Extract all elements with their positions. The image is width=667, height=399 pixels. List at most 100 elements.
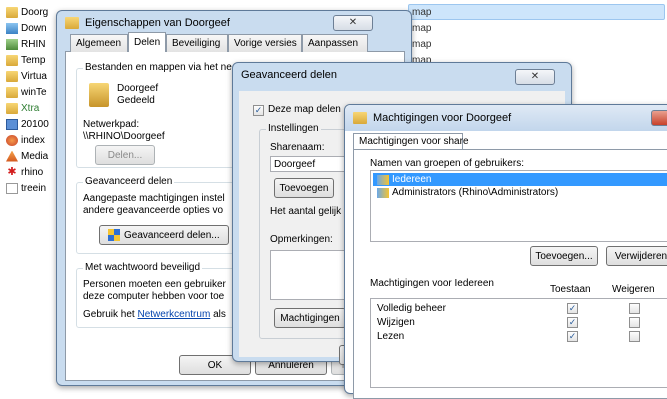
deny-checkbox[interactable] — [629, 317, 640, 328]
network-center-link[interactable]: Netwerkcentrum — [137, 309, 210, 320]
share-group-label: Bestanden en mappen via het ne — [83, 62, 234, 73]
advanced-description: andere geavanceerde opties vo — [83, 205, 224, 216]
file-row[interactable]: treein — [0, 180, 46, 196]
type-cell: map — [412, 22, 432, 34]
advanced-description: Aangepaste machtigingen instel — [83, 193, 225, 204]
advanced-sharing-button[interactable]: Geavanceerd delen... — [99, 225, 229, 245]
type-cell: map — [412, 6, 432, 18]
user-limit-label: Het aantal gelijk — [270, 206, 342, 217]
share-name-label: Sharenaam: — [270, 142, 325, 153]
html-file-icon — [6, 134, 18, 146]
add-share-button[interactable]: Toevoegen — [274, 178, 334, 198]
allow-checkbox[interactable]: ✓ — [567, 317, 578, 328]
tab-share-permissions[interactable]: Machtigingen voor share — [353, 133, 469, 149]
folder-icon — [65, 17, 79, 29]
deny-checkbox[interactable] — [629, 303, 640, 314]
permissions-list: Volledig beheer ✓ Wijzigen ✓ Lezen ✓ — [370, 298, 667, 388]
advanced-title: Geavanceerd delen — [241, 69, 338, 81]
folder-status: Gedeeld — [117, 95, 155, 106]
share-button[interactable]: Delen... — [95, 145, 155, 165]
permissions-for-label: Machtigingen voor Iedereen — [370, 278, 494, 289]
network-icon — [6, 38, 18, 50]
users-icon — [377, 187, 389, 198]
tab-security[interactable]: Beveiliging — [166, 34, 228, 52]
permission-name: Lezen — [377, 331, 405, 342]
deny-checkbox[interactable] — [629, 331, 640, 342]
share-folder-checkbox[interactable]: ✓ — [253, 105, 264, 116]
permissions-titlebar[interactable]: Machtigingen voor Doorgeef — [345, 105, 667, 131]
text-suffix: als — [210, 309, 226, 320]
file-row[interactable]: Temp — [0, 52, 45, 68]
deny-header: Weigeren — [612, 284, 655, 295]
comments-label: Opmerkingen: — [270, 234, 333, 245]
file-row[interactable]: RHIN — [0, 36, 45, 52]
add-user-button[interactable]: Toevoegen... — [530, 246, 598, 266]
password-description: Gebruik het Netwerkcentrum als — [83, 309, 226, 320]
properties-title: Eigenschappen van Doorgeef — [85, 17, 230, 29]
file-name: Media — [21, 150, 49, 162]
folder-icon — [6, 86, 18, 98]
image-file-icon — [6, 118, 18, 130]
tab-customize[interactable]: Aanpassen — [302, 34, 368, 52]
user-list[interactable]: Iedereen Administrators (Rhino\Administr… — [370, 170, 667, 242]
app-icon: ✱ — [7, 165, 17, 178]
selected-row-highlight[interactable] — [408, 4, 665, 20]
close-button[interactable]: ✕ — [515, 69, 555, 85]
file-row[interactable]: Xtra — [0, 100, 39, 116]
password-description: Personen moeten een gebruiker — [83, 279, 226, 290]
file-name: 20100 — [21, 118, 49, 130]
file-row[interactable]: winTe — [0, 84, 47, 100]
text-file-icon — [6, 182, 18, 194]
network-path-label: Netwerkpad: — [83, 119, 140, 130]
tab-previous-versions[interactable]: Vorige versies — [228, 34, 302, 52]
advanced-sharing-label: Geavanceerd delen... — [124, 229, 220, 241]
download-folder-icon — [6, 22, 18, 34]
folder-icon — [6, 6, 18, 18]
folder-icon — [6, 102, 18, 114]
remove-user-button[interactable]: Verwijderen — [606, 246, 667, 266]
permissions-button[interactable]: Machtigingen — [274, 308, 346, 328]
media-icon — [6, 150, 18, 162]
file-name: index — [21, 134, 45, 146]
permission-name: Wijzigen — [377, 317, 415, 328]
allow-checkbox[interactable]: ✓ — [567, 303, 578, 314]
list-item[interactable]: Iedereen — [373, 173, 667, 186]
file-row[interactable]: ✱ rhino — [0, 164, 43, 180]
file-row[interactable]: Virtua — [0, 68, 47, 84]
allow-checkbox[interactable]: ✓ — [567, 331, 578, 342]
file-name: RHIN — [21, 38, 46, 50]
file-name: treein — [21, 182, 47, 194]
file-name: rhino — [21, 166, 44, 178]
text-prefix: Gebruik het — [83, 309, 138, 320]
close-button[interactable]: ✕ — [333, 15, 373, 31]
permission-name: Volledig beheer — [377, 303, 446, 314]
list-item[interactable]: Administrators (Rhino\Administrators) — [373, 186, 667, 199]
password-description: deze computer hebben voor toe — [83, 291, 225, 302]
share-folder-label: Deze map delen — [268, 104, 341, 115]
advanced-group-label: Geavanceerd delen — [83, 176, 175, 187]
file-name: Temp — [21, 54, 46, 66]
file-row[interactable]: Media — [0, 148, 48, 164]
folder-name: Doorgeef — [117, 83, 159, 94]
folder-icon — [353, 112, 367, 124]
shield-icon — [108, 229, 120, 241]
file-row[interactable]: Down — [0, 20, 47, 36]
file-row[interactable]: index — [0, 132, 45, 148]
file-row[interactable]: 20100 — [0, 116, 49, 132]
close-button[interactable] — [651, 110, 667, 126]
file-name: Xtra — [21, 102, 40, 114]
type-cell: map — [412, 38, 432, 50]
file-name: Virtua — [21, 70, 47, 82]
file-name: Down — [21, 22, 47, 34]
tab-sharing[interactable]: Delen — [128, 32, 166, 52]
settings-label: Instellingen — [266, 123, 321, 134]
file-name: winTe — [21, 86, 47, 98]
allow-header: Toestaan — [550, 284, 591, 295]
user-name: Iedereen — [392, 174, 432, 185]
permissions-panel: Namen van groepen of gebruikers: Iederee… — [353, 149, 667, 399]
tab-general[interactable]: Algemeen — [70, 34, 128, 52]
file-row[interactable]: Doorg — [0, 4, 48, 20]
network-path: \\RHINO\Doorgeef — [83, 131, 165, 142]
folder-icon — [6, 70, 18, 82]
password-group-label: Met wachtwoord beveiligd — [83, 262, 203, 273]
